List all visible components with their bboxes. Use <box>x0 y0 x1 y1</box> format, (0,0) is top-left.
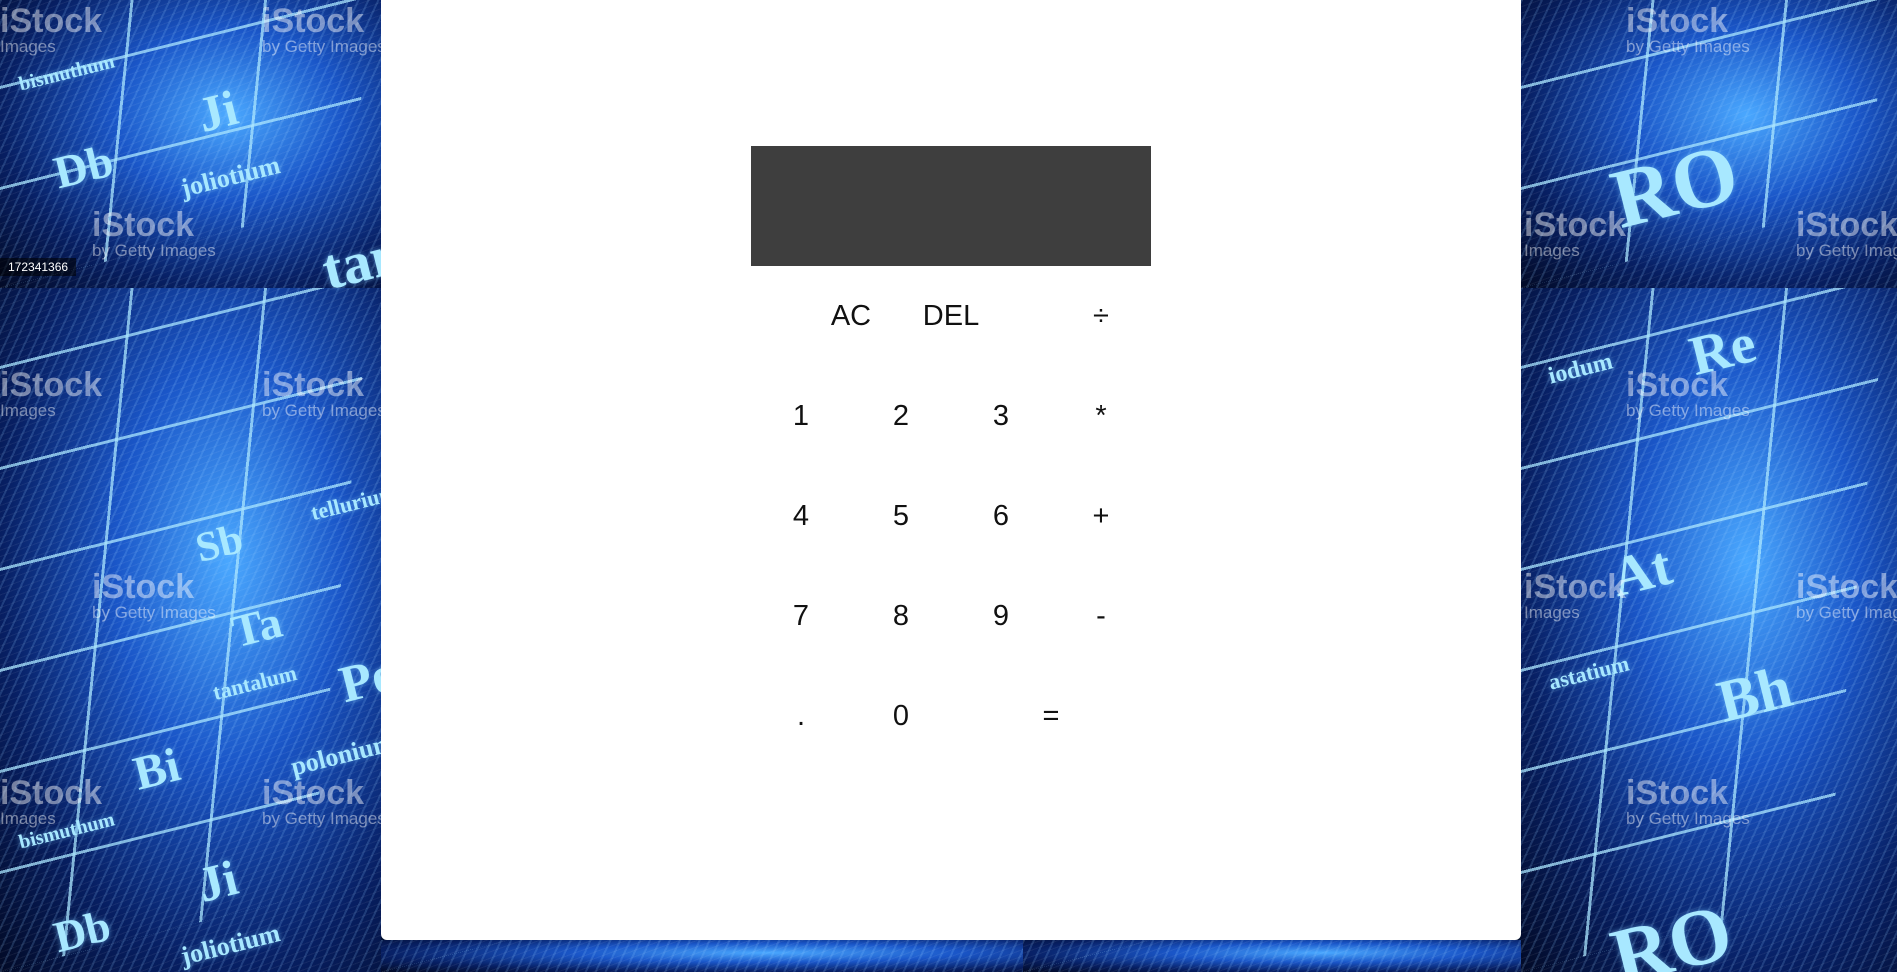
divide-button[interactable]: ÷ <box>1051 266 1151 366</box>
digit-3-button[interactable]: 3 <box>951 366 1051 466</box>
watermark: iStock by Getty Images <box>262 774 386 828</box>
watermark: iStock by Getty Images <box>92 568 216 622</box>
calculator: AC DEL ÷ 1 2 3 * 4 5 6 + 7 8 9 - . 0 = <box>751 146 1151 766</box>
digit-6-button[interactable]: 6 <box>951 466 1051 566</box>
periodic-table-tile <box>381 940 1023 972</box>
watermark: iStock by Getty Images <box>1626 2 1750 56</box>
digit-1-button[interactable]: 1 <box>751 366 851 466</box>
digit-4-button[interactable]: 4 <box>751 466 851 566</box>
watermark: iStock Images <box>1524 568 1627 622</box>
digit-0-button[interactable]: 0 <box>851 666 951 766</box>
watermark: iStock by Getty Images <box>1796 206 1897 260</box>
delete-button[interactable]: DEL <box>901 266 1001 366</box>
watermark: iStock by Getty Images <box>1626 366 1750 420</box>
digit-9-button[interactable]: 9 <box>951 566 1051 666</box>
watermark: iStock Images <box>0 774 103 828</box>
watermark: iStock by Getty Images <box>92 206 216 260</box>
multiply-button[interactable]: * <box>1051 366 1151 466</box>
watermark: iStock by Getty Images <box>1626 774 1750 828</box>
calculator-display <box>751 146 1151 266</box>
plus-button[interactable]: + <box>1051 466 1151 566</box>
digit-5-button[interactable]: 5 <box>851 466 951 566</box>
watermark: iStock Images <box>0 2 103 56</box>
minus-button[interactable]: - <box>1051 566 1151 666</box>
calculator-keypad: AC DEL ÷ 1 2 3 * 4 5 6 + 7 8 9 - . 0 = <box>751 266 1151 766</box>
watermark: iStock by Getty Images <box>1796 568 1897 622</box>
watermark: iStock by Getty Images <box>262 2 386 56</box>
equals-button[interactable]: = <box>951 666 1151 766</box>
stock-id-label: 172341366 <box>0 258 77 276</box>
periodic-table-tile <box>1023 940 1521 972</box>
digit-8-button[interactable]: 8 <box>851 566 951 666</box>
calculator-panel: AC DEL ÷ 1 2 3 * 4 5 6 + 7 8 9 - . 0 = <box>381 0 1521 940</box>
watermark: iStock Images <box>1524 206 1627 260</box>
watermark: iStock Images <box>0 366 103 420</box>
digit-2-button[interactable]: 2 <box>851 366 951 466</box>
digit-7-button[interactable]: 7 <box>751 566 851 666</box>
watermark: iStock by Getty Images <box>262 366 386 420</box>
decimal-button[interactable]: . <box>751 666 851 766</box>
